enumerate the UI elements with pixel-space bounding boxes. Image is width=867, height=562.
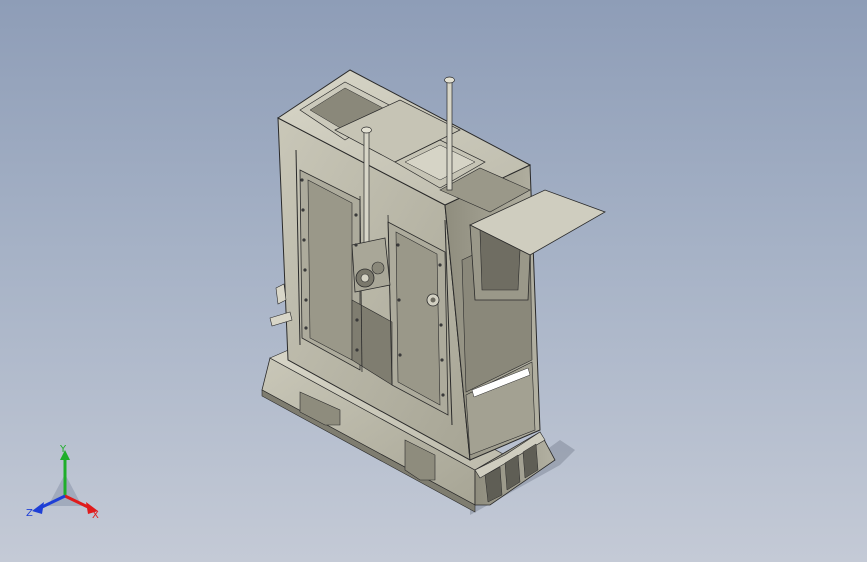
triad-y-label: Y [59, 444, 67, 455]
triad-x-label: X [92, 510, 99, 521]
machine-3d-model[interactable] [0, 0, 867, 562]
triad-z-arrowhead [32, 502, 44, 514]
inspection-knob[interactable] [426, 293, 440, 307]
triad-z-label: Z [26, 508, 33, 519]
drive-assembly[interactable] [351, 237, 391, 293]
orientation-triad[interactable]: Y X Z [20, 444, 110, 530]
graphics-viewport[interactable]: Y X Z [0, 0, 867, 562]
